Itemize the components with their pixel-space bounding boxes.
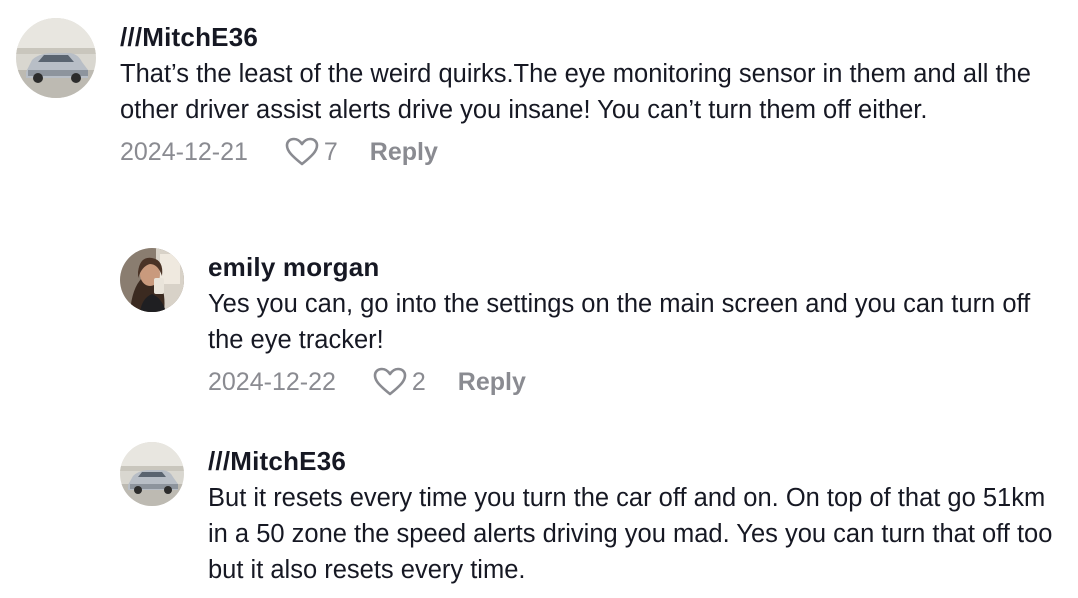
comment-meta: 2024-12-22 2 Reply [208,364,1058,400]
like-button[interactable]: 7 [284,136,338,168]
heart-outline-icon [373,367,407,396]
avatar[interactable] [120,442,184,506]
reply-button[interactable]: Reply [458,368,526,397]
reply-item: ///MitchE36 But it resets every time you… [120,442,1060,588]
like-count: 7 [323,137,338,166]
reply-body: ///MitchE36 But it resets every time you… [208,446,1058,588]
like-button[interactable]: 2 [372,366,426,398]
comment-username[interactable]: ///MitchE36 [120,22,1050,52]
comment-username[interactable]: emily morgan [208,252,1058,282]
reply-button[interactable]: Reply [370,138,438,167]
comment-meta: 2024-12-21 7 Reply [120,134,1050,170]
comment-username[interactable]: ///MitchE36 [208,446,1058,476]
comment-body: ///MitchE36 That’s the least of the weir… [120,22,1050,170]
heart-outline-icon [285,137,319,166]
reply-body: emily morgan Yes you can, go into the se… [208,252,1058,400]
like-count: 2 [411,367,426,396]
comment-text: But it resets every time you turn the ca… [208,484,1053,584]
comment-item: ///MitchE36 That’s the least of the weir… [16,18,1056,170]
reply-item: emily morgan Yes you can, go into the se… [120,248,1060,400]
comment-text: That’s the least of the weird quirks.The… [120,60,1031,124]
comment-date: 2024-12-22 [208,367,336,396]
avatar[interactable] [16,18,96,98]
avatar[interactable] [120,248,184,312]
comment-date: 2024-12-21 [120,137,248,166]
comment-text: Yes you can, go into the settings on the… [208,290,1031,354]
